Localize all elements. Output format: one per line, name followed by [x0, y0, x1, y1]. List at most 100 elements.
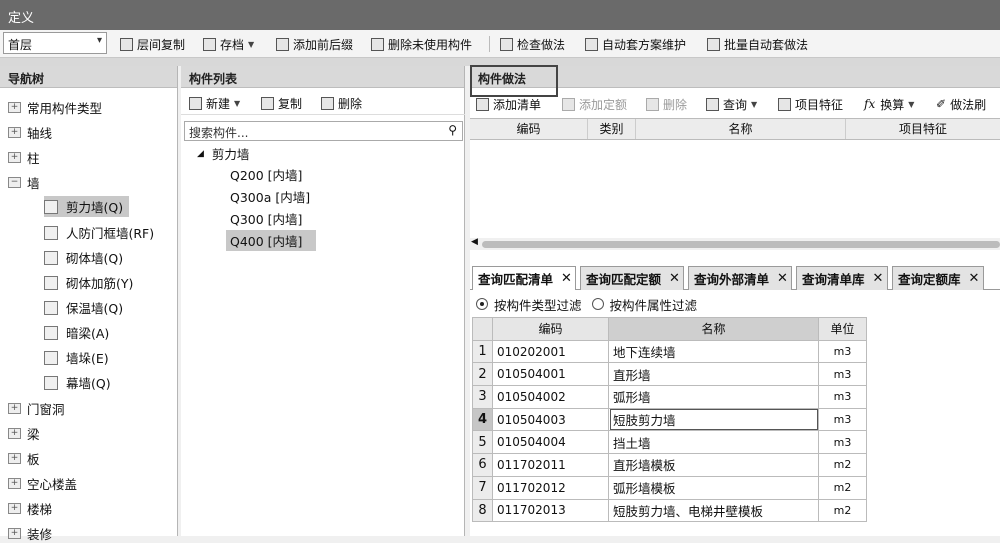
table-row[interactable]: 8 011702013 短肢剪力墙、电梯井壁模板 m2 [472, 498, 867, 523]
floor-select[interactable]: 首层 ▾ [3, 32, 107, 54]
tab-quota-library[interactable]: 查询定额库 ✕ [892, 266, 984, 290]
convert-button[interactable]: fx 换算 ▼ [864, 94, 914, 114]
add-prefix-suffix-button[interactable]: 添加前后缀 [276, 34, 353, 54]
cell-unit[interactable]: m3 [818, 407, 867, 432]
cell-unit[interactable]: m2 [818, 475, 867, 500]
collapse-icon[interactable]: ◢ [197, 149, 204, 159]
tree-item[interactable]: Q300 [内墙] [226, 208, 306, 229]
table-row[interactable]: 1 010202001 地下连续墙 m3 [472, 339, 867, 364]
nav-item[interactable]: + 装修 [8, 523, 52, 543]
cell-unit[interactable]: m3 [818, 385, 867, 409]
column-header-item-feature[interactable]: 项目特征 [846, 119, 1000, 139]
delete-button[interactable]: 删除 [321, 93, 362, 113]
cell-name[interactable]: 弧形墙模板 [608, 475, 819, 500]
cell-code[interactable]: 010504003 [492, 407, 609, 432]
nav-subitem[interactable]: 人防门框墙(RF) [44, 222, 160, 243]
auto-scheme-button[interactable]: 自动套方案维护 [585, 34, 686, 54]
expand-icon[interactable]: + [8, 527, 21, 539]
expand-icon[interactable]: + [8, 452, 21, 464]
nav-item[interactable]: + 轴线 [8, 122, 52, 142]
column-header-unit[interactable]: 单位 [818, 317, 867, 341]
new-button[interactable]: 新建 ▼ [189, 93, 240, 113]
horizontal-scrollbar[interactable]: ◀ [470, 237, 1000, 250]
cell-code[interactable]: 010202001 [492, 339, 609, 364]
cell-code[interactable]: 011702011 [492, 453, 609, 477]
add-bill-button[interactable]: 添加清单 [476, 94, 541, 114]
expand-icon[interactable]: + [8, 477, 21, 489]
cell-code[interactable]: 011702013 [492, 498, 609, 523]
close-icon[interactable]: ✕ [561, 271, 572, 286]
expand-icon[interactable]: + [8, 101, 21, 113]
cell-name[interactable]: 直形墙 [608, 362, 819, 387]
copy-between-floors-button[interactable]: 层间复制 [120, 34, 185, 54]
radio-filter-by-type[interactable] [476, 298, 488, 310]
table-row[interactable]: 6 011702011 直形墙模板 m2 [472, 453, 867, 477]
cell-unit[interactable]: m3 [818, 339, 867, 364]
cell-unit[interactable]: m3 [818, 430, 867, 455]
item-feature-button[interactable]: 项目特征 [778, 94, 843, 114]
archive-button[interactable]: 存档 ▼ [203, 34, 254, 54]
close-icon[interactable]: ✕ [669, 271, 680, 286]
copy-button[interactable]: 复制 [261, 93, 302, 113]
close-icon[interactable]: ✕ [873, 271, 884, 286]
nav-item[interactable]: + 空心楼盖 [8, 473, 77, 493]
nav-item[interactable]: + 梁 [8, 423, 40, 443]
nav-subitem[interactable]: 墙垛(E) [44, 347, 115, 368]
nav-item[interactable]: + 常用构件类型 [8, 97, 102, 117]
delete-unused-button[interactable]: 删除未使用构件 [371, 34, 472, 54]
search-icon[interactable]: ⚲ [448, 123, 457, 137]
cell-name[interactable]: 短肢剪力墙、电梯井壁模板 [608, 498, 819, 523]
cell-name[interactable]: 弧形墙 [608, 385, 819, 409]
collapse-icon[interactable]: − [8, 176, 21, 188]
tab-external-bill[interactable]: 查询外部清单 ✕ [688, 266, 792, 290]
expand-icon[interactable]: + [8, 126, 21, 138]
cell-code[interactable]: 010504001 [492, 362, 609, 387]
nav-subitem[interactable]: 暗梁(A) [44, 322, 115, 343]
table-row-current[interactable]: 4 010504003 短肢剪力墙 m3 [472, 407, 867, 432]
cell-unit[interactable]: m3 [818, 362, 867, 387]
nav-subitem[interactable]: 砌体墙(Q) [44, 247, 129, 268]
table-row[interactable]: 3 010504002 弧形墙 m3 [472, 385, 867, 409]
tree-item-selected[interactable]: Q400 [内墙] [226, 230, 316, 251]
tree-group[interactable]: ◢ 剪力墙 [193, 143, 253, 164]
nav-item[interactable]: + 门窗洞 [8, 398, 65, 418]
tab-match-quota[interactable]: 查询匹配定额 ✕ [580, 266, 684, 290]
column-header-name[interactable]: 名称 [636, 119, 846, 139]
cell-name[interactable]: 挡土墙 [608, 430, 819, 455]
method-brush-button[interactable]: ✐ 做法刷 [936, 94, 986, 114]
component-search-input[interactable]: 搜索构件... ⚲ [184, 121, 463, 141]
cell-code[interactable]: 011702012 [492, 475, 609, 500]
cell-unit[interactable]: m2 [818, 453, 867, 477]
nav-item[interactable]: + 板 [8, 448, 40, 468]
scrollbar-thumb[interactable] [482, 241, 1000, 248]
nav-subitem[interactable]: 保温墙(Q) [44, 297, 129, 318]
nav-subitem[interactable]: 砌体加筋(Y) [44, 272, 139, 293]
nav-item[interactable]: − 墙 [8, 172, 40, 192]
column-header-code[interactable]: 编码 [492, 317, 609, 341]
cell-code[interactable]: 010504002 [492, 385, 609, 409]
nav-item[interactable]: + 楼梯 [8, 498, 52, 518]
cell-code[interactable]: 010504004 [492, 430, 609, 455]
tree-item[interactable]: Q200 [内墙] [226, 164, 306, 185]
close-icon[interactable]: ✕ [969, 271, 980, 286]
close-icon[interactable]: ✕ [777, 271, 788, 286]
tab-bill-library[interactable]: 查询清单库 ✕ [796, 266, 888, 290]
tree-item[interactable]: Q300a [内墙] [226, 186, 314, 207]
table-row[interactable]: 7 011702012 弧形墙模板 m2 [472, 475, 867, 500]
expand-icon[interactable]: + [8, 151, 21, 163]
column-header-category[interactable]: 类别 [588, 119, 636, 139]
table-row[interactable]: 2 010504001 直形墙 m3 [472, 362, 867, 387]
nav-subitem[interactable]: 幕墙(Q) [44, 372, 117, 393]
nav-subitem[interactable]: 剪力墙(Q) [44, 196, 130, 217]
expand-icon[interactable]: + [8, 502, 21, 514]
query-button[interactable]: 查询 ▼ [706, 94, 757, 114]
cell-name[interactable]: 地下连续墙 [608, 339, 819, 364]
cell-name[interactable]: 直形墙模板 [608, 453, 819, 477]
check-method-button[interactable]: 检查做法 [500, 34, 565, 54]
delete-method-button[interactable]: 删除 [646, 94, 687, 114]
cell-unit[interactable]: m2 [818, 498, 867, 523]
radio-filter-by-attr[interactable] [591, 298, 604, 310]
column-header-code[interactable]: 编码 [470, 119, 588, 139]
scroll-left-icon[interactable]: ◀ [471, 237, 478, 247]
cell-name[interactable]: 短肢剪力墙 [608, 407, 819, 432]
